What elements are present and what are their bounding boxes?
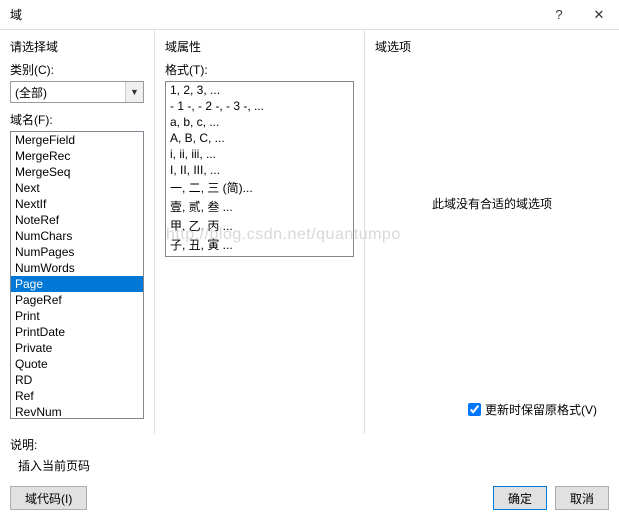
list-item[interactable]: MergeSeq — [11, 164, 143, 180]
list-item[interactable]: MergeRec — [11, 148, 143, 164]
chevron-down-icon[interactable]: ▼ — [125, 82, 143, 102]
list-item[interactable]: NumWords — [11, 260, 143, 276]
list-item[interactable]: PrintDate — [11, 324, 143, 340]
list-item[interactable]: Print — [11, 308, 143, 324]
titlebar: 域 ? ✕ — [0, 0, 619, 30]
select-field-header: 请选择域 — [10, 38, 144, 55]
list-item[interactable]: 壹, 贰, 叁 ... — [166, 197, 353, 216]
field-properties-panel: 域属性 格式(T): 1, 2, 3, ...- 1 -, - 2 -, - 3… — [155, 30, 365, 434]
preserve-format-row[interactable]: 更新时保留原格式(V) — [468, 401, 597, 418]
list-item[interactable]: i, ii, iii, ... — [166, 146, 353, 162]
category-label: 类别(C): — [10, 61, 144, 78]
list-item[interactable]: Page — [11, 276, 143, 292]
list-item[interactable]: Quote — [11, 356, 143, 372]
description-text: 插入当前页码 — [10, 457, 609, 474]
field-options-panel: 域选项 此域没有合适的域选项 更新时保留原格式(V) — [365, 30, 619, 434]
list-item[interactable]: PageRef — [11, 292, 143, 308]
fieldname-label: 域名(F): — [10, 111, 144, 128]
list-item[interactable]: Ref — [11, 388, 143, 404]
preserve-format-label: 更新时保留原格式(V) — [485, 401, 597, 418]
list-item[interactable]: a, b, c, ... — [166, 114, 353, 130]
fields-listbox[interactable]: MergeFieldMergeRecMergeSeqNextNextIfNote… — [10, 131, 144, 419]
format-label: 格式(T): — [165, 61, 354, 78]
list-item[interactable]: A, B, C, ... — [166, 130, 353, 146]
dialog-body: 请选择域 类别(C): (全部) ▼ 域名(F): MergeFieldMerg… — [0, 30, 619, 434]
list-item[interactable]: NumPages — [11, 244, 143, 260]
properties-header: 域属性 — [165, 38, 354, 55]
list-item[interactable]: NumChars — [11, 228, 143, 244]
cancel-button[interactable]: 取消 — [555, 486, 609, 510]
select-field-panel: 请选择域 类别(C): (全部) ▼ 域名(F): MergeFieldMerg… — [0, 30, 155, 434]
fieldcodes-button[interactable]: 域代码(I) — [10, 486, 87, 510]
list-item[interactable]: NextIf — [11, 196, 143, 212]
category-value: (全部) — [11, 82, 125, 102]
list-item[interactable]: RevNum — [11, 404, 143, 419]
list-item[interactable]: I, II, III, ... — [166, 162, 353, 178]
no-options-text: 此域没有合适的域选项 — [375, 195, 609, 212]
list-item[interactable]: 子, 丑, 寅 ... — [166, 235, 353, 254]
description-label: 说明: — [10, 436, 609, 453]
list-item[interactable]: MergeField — [11, 132, 143, 148]
help-button[interactable]: ? — [539, 0, 579, 30]
description-area: 说明: 插入当前页码 — [0, 434, 619, 478]
list-item[interactable]: 1., 2., 3. ... — [166, 254, 353, 257]
dialog-footer: 域代码(I) 确定 取消 — [0, 478, 619, 518]
ok-button[interactable]: 确定 — [493, 486, 547, 510]
list-item[interactable]: - 1 -, - 2 -, - 3 -, ... — [166, 98, 353, 114]
formats-listbox[interactable]: 1, 2, 3, ...- 1 -, - 2 -, - 3 -, ...a, b… — [165, 81, 354, 257]
close-button[interactable]: ✕ — [579, 0, 619, 30]
list-item[interactable]: Next — [11, 180, 143, 196]
list-item[interactable]: 1, 2, 3, ... — [166, 82, 353, 98]
list-item[interactable]: 一, 二, 三 (简)... — [166, 178, 353, 197]
preserve-format-checkbox[interactable] — [468, 403, 481, 416]
options-header: 域选项 — [375, 38, 609, 55]
list-item[interactable]: NoteRef — [11, 212, 143, 228]
list-item[interactable]: Private — [11, 340, 143, 356]
window-title: 域 — [10, 6, 539, 23]
category-combo[interactable]: (全部) ▼ — [10, 81, 144, 103]
list-item[interactable]: RD — [11, 372, 143, 388]
list-item[interactable]: 甲, 乙, 丙 ... — [166, 216, 353, 235]
